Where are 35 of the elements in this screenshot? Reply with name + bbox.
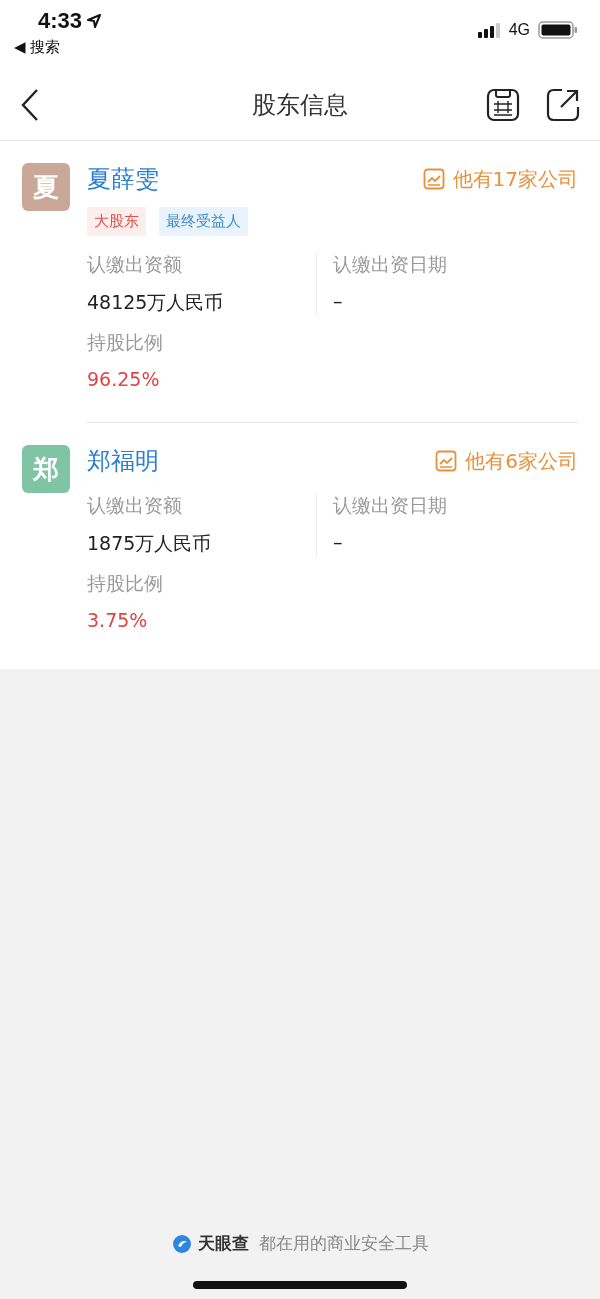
avatar: 夏 bbox=[22, 163, 70, 211]
long-image-icon[interactable] bbox=[486, 88, 520, 122]
chart-icon bbox=[422, 168, 445, 190]
brand-name: 天眼查 bbox=[197, 1232, 249, 1255]
shareholder-name[interactable]: 夏薛雯 bbox=[87, 163, 159, 195]
field-label: 持股比例 bbox=[87, 571, 164, 596]
logo-icon bbox=[171, 1233, 192, 1254]
field-value: – bbox=[333, 290, 344, 312]
ratio-value: 96.25% bbox=[87, 368, 161, 390]
companies-link[interactable]: 他有17家公司 bbox=[422, 165, 578, 193]
field-label: 认缴出资额 bbox=[87, 493, 183, 518]
companies-link[interactable]: 他有6家公司 bbox=[435, 447, 578, 475]
slogan: 都在用的商业安全工具 bbox=[258, 1232, 429, 1255]
back-icon[interactable] bbox=[20, 88, 40, 122]
field-label: 持股比例 bbox=[87, 330, 164, 355]
chart-icon bbox=[435, 450, 458, 472]
field-value: 1875万人民币 bbox=[87, 531, 213, 556]
location-arrow-icon bbox=[86, 13, 103, 29]
share-icon[interactable] bbox=[546, 88, 580, 122]
page-title: 股东信息 bbox=[252, 90, 348, 121]
network-label: 4G bbox=[508, 21, 530, 39]
field-label: 认缴出资日期 bbox=[333, 252, 448, 277]
tag: 大股东 bbox=[87, 207, 146, 236]
tag: 最终受益人 bbox=[159, 207, 248, 236]
field-value: 48125万人民币 bbox=[87, 290, 225, 315]
signal-icon bbox=[476, 22, 501, 38]
avatar: 郑 bbox=[22, 445, 70, 493]
shareholder-name[interactable]: 郑福明 bbox=[87, 445, 159, 477]
battery-icon bbox=[538, 21, 578, 39]
status-time: 4:33 bbox=[38, 8, 83, 34]
field-label: 认缴出资额 bbox=[87, 252, 183, 277]
back-to-app-link[interactable]: ◀ 搜索 bbox=[14, 38, 61, 57]
ratio-value: 3.75% bbox=[87, 609, 149, 631]
field-label: 认缴出资日期 bbox=[333, 493, 448, 518]
field-value: – bbox=[333, 531, 344, 553]
